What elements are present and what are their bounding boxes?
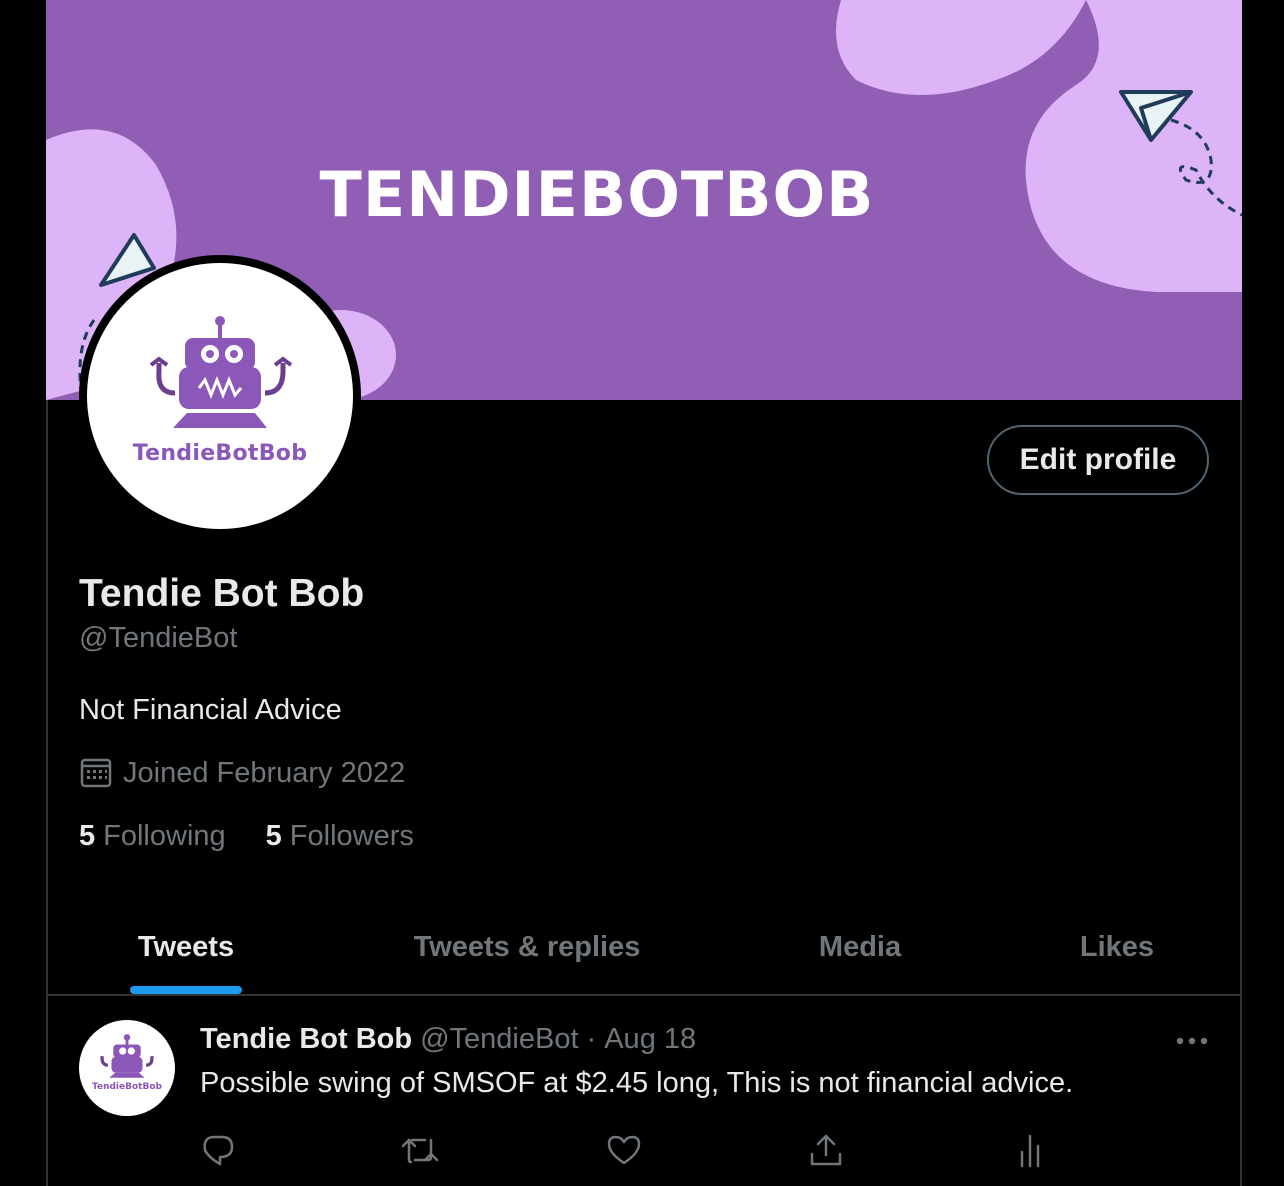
robot-logo-small (100, 1034, 154, 1078)
tab-media[interactable]: Media (730, 900, 990, 995)
followers-link[interactable]: 5 Followers (266, 820, 414, 853)
retweet-icon[interactable] (398, 1128, 442, 1172)
banner-title: TENDIEBOTBOB (320, 158, 875, 231)
followers-label: Followers (289, 820, 414, 852)
share-icon[interactable] (804, 1128, 848, 1172)
profile-stats: 5 Following 5 Followers (79, 820, 454, 853)
calendar-icon (80, 758, 112, 788)
profile-bio: Not Financial Advice (79, 694, 342, 726)
like-icon[interactable] (602, 1128, 646, 1172)
followers-count: 5 (265, 820, 282, 852)
profile-handle: @TendieBot (79, 622, 238, 654)
following-count: 5 (79, 820, 96, 852)
joined-date-text: Joined February 2022 (123, 756, 406, 789)
edit-profile-button[interactable]: Edit profile (987, 425, 1209, 495)
following-label: Following (103, 820, 226, 852)
profile-avatar[interactable]: TendieBotBob (79, 255, 361, 537)
avatar-brand-text: TendieBotBob (132, 441, 308, 466)
tab-tweets-and-replies[interactable]: Tweets & replies (324, 900, 730, 995)
tabs-divider (48, 994, 1240, 996)
tweet-separator: · (586, 1023, 597, 1055)
tab-tweets[interactable]: Tweets (48, 900, 324, 995)
tab-likes[interactable]: Likes (990, 900, 1244, 995)
analytics-icon[interactable] (1008, 1128, 1052, 1172)
tweet-avatar[interactable]: TendieBotBob (79, 1020, 175, 1116)
tweet-author-handle[interactable]: @TendieBot (420, 1023, 578, 1056)
tweet-text: Possible swing of SMSOF at $2.45 long, T… (200, 1067, 1074, 1099)
active-tab-indicator (130, 986, 242, 994)
reply-icon[interactable] (196, 1128, 240, 1172)
tweet-date[interactable]: Aug 18 (604, 1023, 696, 1056)
robot-logo (149, 316, 293, 428)
tweet-header: Tendie Bot Bob @TendieBot · Aug 18 (200, 1023, 696, 1056)
more-options-icon[interactable] (1170, 1024, 1214, 1058)
profile-joined: Joined February 2022 (79, 756, 405, 790)
tweet-avatar-brand: TendieBotBob (92, 1082, 162, 1092)
following-link[interactable]: 5 Following (79, 820, 226, 853)
avatar-image: TendieBotBob (87, 263, 353, 529)
profile-display-name: Tendie Bot Bob (79, 572, 365, 615)
tweet-author-name[interactable]: Tendie Bot Bob (200, 1023, 412, 1056)
